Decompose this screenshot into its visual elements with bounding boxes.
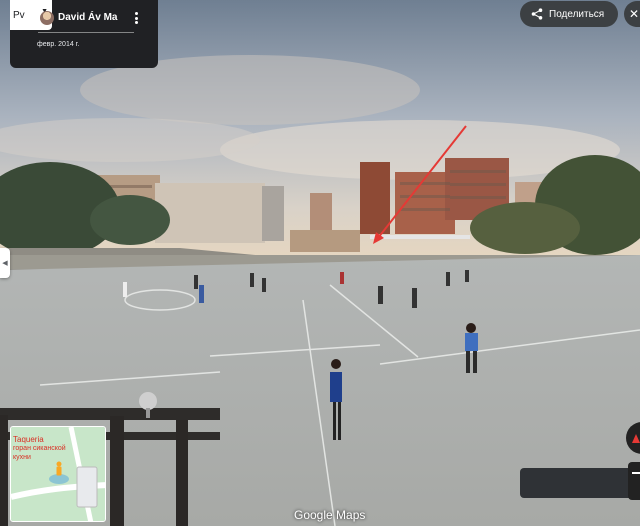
thumbnail-label: Pv	[13, 9, 25, 21]
close-icon: ✕	[629, 7, 640, 21]
capture-date: февр. 2014 г.	[37, 41, 80, 48]
divider	[38, 32, 134, 33]
more-vert-icon[interactable]	[130, 10, 142, 26]
author-avatar[interactable]	[40, 11, 54, 25]
zoom-controls[interactable]	[628, 462, 640, 500]
poi-name: Taqueria	[13, 435, 44, 444]
google-maps-logo: Google Maps	[294, 508, 366, 522]
collapse-panel-button[interactable]: ◀	[0, 248, 10, 278]
photo-info-card: Pv ▼ David Áv Ma февр. 2014 г.	[10, 0, 158, 68]
share-icon	[531, 8, 543, 20]
pegman-icon[interactable]	[55, 461, 63, 477]
chevron-left-icon: ◀	[2, 260, 8, 267]
poi-subtitle: горан сиканской кухни	[13, 445, 66, 461]
author-name[interactable]: David Áv Ma	[58, 12, 117, 23]
mini-map[interactable]: Taqueria горан сиканской кухни	[10, 426, 106, 522]
share-button[interactable]: Поделиться	[520, 1, 618, 27]
share-label: Поделиться	[549, 8, 605, 20]
